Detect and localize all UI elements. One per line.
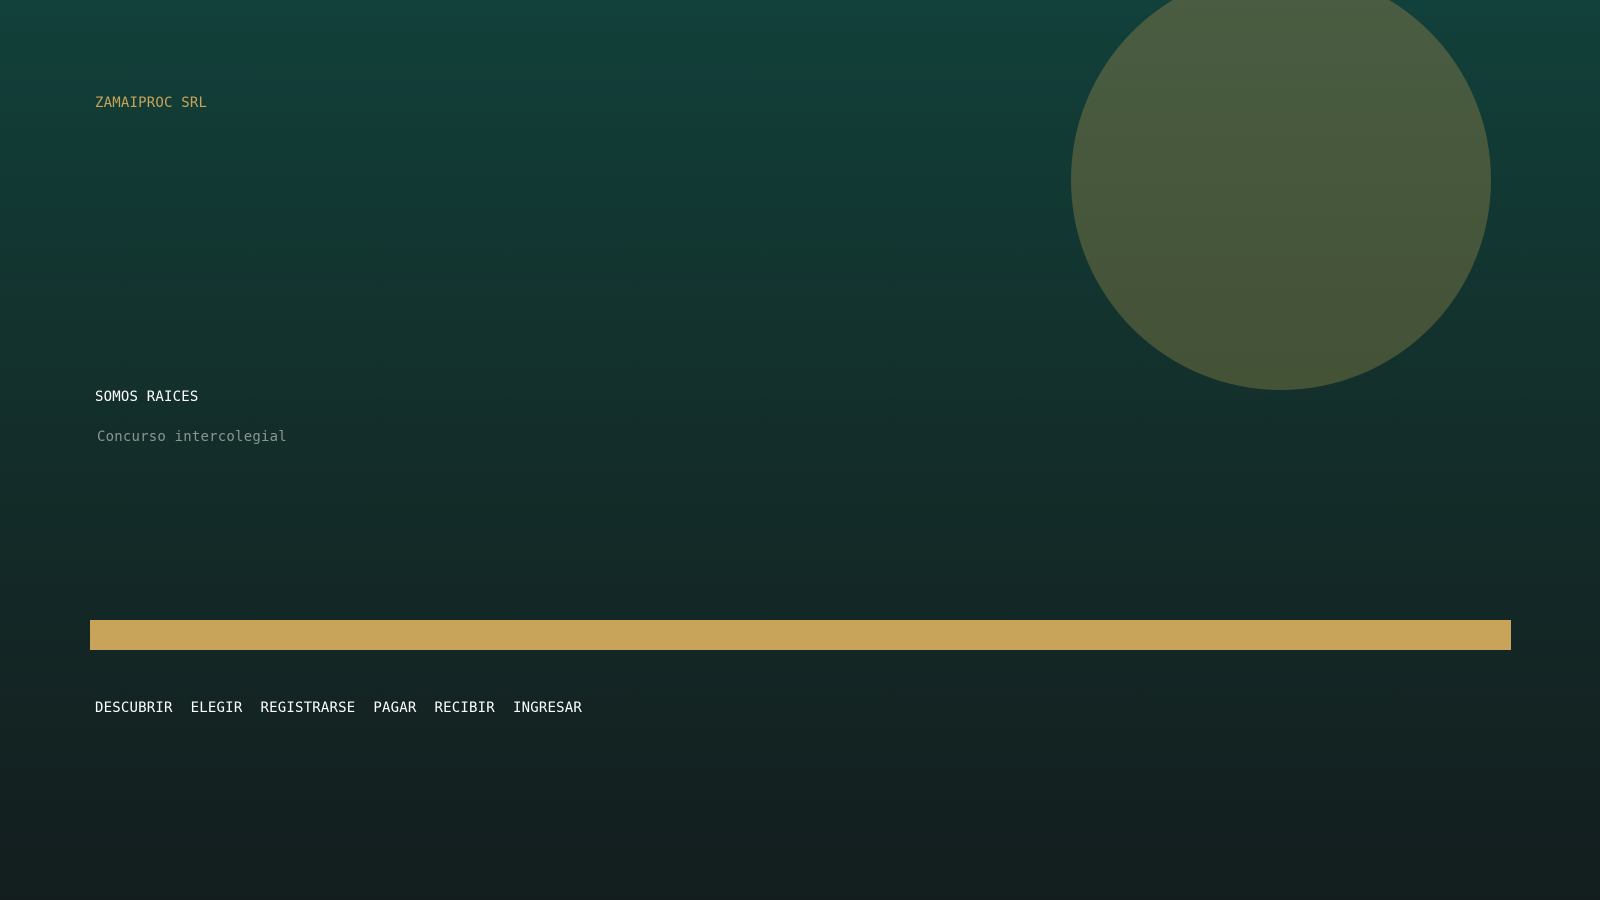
step-recibir[interactable]: RECIBIR [435,700,495,716]
step-registrarse[interactable]: REGISTRARSE [260,700,355,716]
step-elegir[interactable]: ELEGIR [191,700,243,716]
hero-title: SOMOS RAICES [95,389,199,405]
brand-name: ZAMAIPROC SRL [95,95,208,111]
step-pagar[interactable]: PAGAR [373,700,416,716]
step-ingresar[interactable]: INGRESAR [513,700,582,716]
decorative-circle [1071,0,1491,390]
hero-subtitle: Concurso intercolegial [97,429,287,445]
accent-bar [90,620,1511,650]
steps-nav: DESCUBRIR ELEGIR REGISTRARSE PAGAR RECIB… [95,700,600,716]
step-descubrir[interactable]: DESCUBRIR [95,700,173,716]
